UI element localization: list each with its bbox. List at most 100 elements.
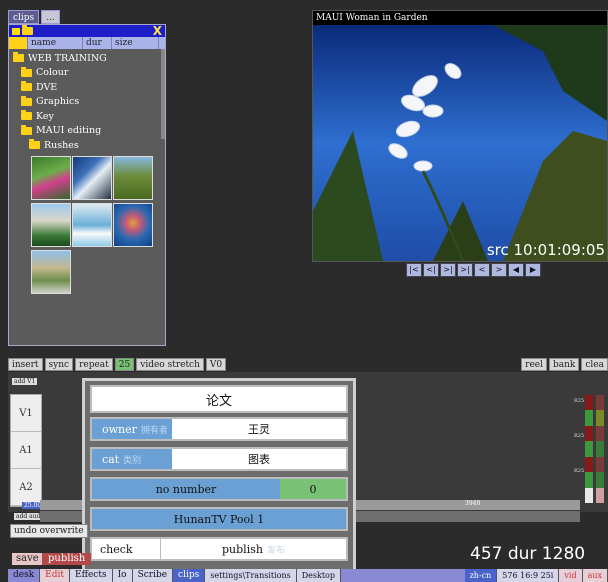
pool-row: HunanTV Pool 1 — [90, 507, 348, 531]
tab-desktop[interactable]: Desktop — [296, 569, 341, 582]
sync-button[interactable]: sync — [44, 358, 74, 371]
column-size[interactable]: size — [112, 37, 159, 49]
reel-button[interactable]: reel — [521, 358, 547, 371]
source-viewer[interactable]: MAUI Woman in Garden src 10:01:09:05 — [312, 10, 608, 262]
tree-item-rushes[interactable]: Rushes — [9, 138, 165, 153]
tab-more[interactable]: ... — [41, 10, 60, 24]
undo-button[interactable]: undo overwrite — [10, 524, 88, 538]
pool-selector[interactable]: HunanTV Pool 1 — [92, 509, 346, 529]
tree-label: Key — [36, 110, 54, 122]
track-a2[interactable]: A2 — [11, 469, 41, 506]
vid-indicator[interactable]: vid — [559, 569, 583, 582]
category-row: cat 类别 图表 — [90, 447, 348, 471]
clip-thumbnail[interactable] — [72, 155, 112, 200]
prev-edit-icon[interactable]: <| — [423, 263, 439, 277]
publish-button[interactable]: publish — [42, 553, 92, 565]
tree-item-dve[interactable]: DVE — [9, 80, 165, 95]
transport-controls: |< <| >| >| < > ◀ ▶ — [406, 263, 541, 277]
clips-scrollbar[interactable] — [161, 49, 165, 139]
dialog-title: 论文 — [92, 387, 346, 411]
folder-icon — [21, 95, 32, 106]
tab-clips[interactable]: clips — [173, 569, 206, 582]
tree-item-web-training[interactable]: WEB TRAINING — [9, 51, 165, 66]
locale-indicator[interactable]: zh-cn — [464, 569, 498, 582]
ruler-mark: 3940 — [465, 500, 481, 507]
tab-effects[interactable]: Effects — [70, 569, 113, 582]
audio-meter-right — [596, 395, 604, 503]
bank-button[interactable]: bank — [548, 358, 580, 371]
tree-label: Colour — [36, 67, 69, 79]
go-to-start-icon[interactable]: |< — [406, 263, 422, 277]
tree-item-maui-editing[interactable]: MAUI editing — [9, 124, 165, 139]
track-v1[interactable]: V1 — [11, 395, 41, 432]
go-to-end-icon[interactable]: >| — [457, 263, 473, 277]
publish-button-label: publish — [222, 542, 263, 556]
tab-edit[interactable]: Edit — [40, 569, 70, 582]
tree-label: MAUI editing — [36, 125, 102, 137]
folder-icon — [29, 139, 40, 150]
save-button[interactable]: save — [12, 553, 43, 565]
publish-dialog: 论文 owner 拥有者 王灵 cat 类别 图表 no number 0 Hu… — [82, 378, 356, 572]
duration-readout: 457 dur 1280 — [470, 544, 586, 564]
play-reverse-icon[interactable]: ◀ — [508, 263, 524, 277]
clear-button[interactable]: clea — [581, 358, 608, 371]
track-headers: V1 A1 A2 — [10, 394, 42, 507]
viewer-image — [313, 25, 607, 261]
clips-tree: WEB TRAINING Colour DVE Graphics Key MAU… — [9, 49, 165, 296]
clip-thumbnail[interactable] — [72, 202, 112, 247]
owner-label-text: owner — [102, 422, 137, 436]
meter-label: R25 — [574, 433, 585, 439]
publish-button-ghost: 发布 — [266, 545, 285, 556]
timeline-toolbar: insert sync repeat 25 video stretch V0 — [8, 358, 227, 371]
tab-settings-transitions[interactable]: settings\Transitions — [205, 569, 297, 582]
next-edit-icon[interactable]: >| — [440, 263, 456, 277]
tab-io[interactable]: Io — [112, 569, 133, 582]
check-button[interactable]: check — [92, 539, 160, 559]
column-dur[interactable]: dur — [83, 37, 112, 49]
tab-clips[interactable]: clips — [8, 10, 40, 24]
step-forward-icon[interactable]: > — [491, 263, 507, 277]
folder-up-icon[interactable] — [9, 37, 28, 49]
close-icon[interactable]: X — [153, 25, 162, 37]
folder-icon[interactable] — [22, 25, 33, 35]
clip-thumbnail[interactable] — [31, 249, 71, 294]
play-icon[interactable]: ▶ — [525, 263, 541, 277]
tree-item-key[interactable]: Key — [9, 109, 165, 124]
add-video-button[interactable]: add V1 — [12, 378, 38, 385]
meter-label: R25 — [574, 398, 585, 404]
owner-field[interactable]: 王灵 — [172, 419, 346, 439]
video-stretch-button[interactable]: video stretch — [136, 358, 204, 371]
clip-thumbnail[interactable] — [113, 155, 153, 200]
folder-icon — [21, 81, 32, 92]
source-timecode: src 10:01:09:05 — [486, 241, 605, 259]
category-label-text: cat — [102, 452, 120, 466]
v0-button[interactable]: V0 — [205, 358, 227, 371]
folder-icon — [21, 110, 32, 121]
tab-desk[interactable]: desk — [8, 569, 41, 582]
step-back-icon[interactable]: < — [474, 263, 490, 277]
tree-label: WEB TRAINING — [28, 52, 107, 64]
number-field[interactable]: 0 — [280, 479, 346, 499]
folder-icon — [21, 66, 32, 77]
rushes-thumbnails — [31, 155, 165, 294]
frame-rate-field[interactable]: 25 — [114, 358, 135, 371]
column-name[interactable]: name — [28, 37, 83, 49]
viewer-title: MAUI Woman in Garden — [316, 13, 428, 23]
tree-label: Rushes — [44, 139, 79, 151]
view-grid-icon[interactable] — [12, 27, 20, 35]
no-number-toggle[interactable]: no number — [92, 479, 280, 499]
tab-scribe[interactable]: Scribe — [132, 569, 174, 582]
clip-thumbnail[interactable] — [113, 202, 153, 247]
clip-thumbnail[interactable] — [31, 202, 71, 247]
track-a1[interactable]: A1 — [11, 432, 41, 469]
tree-item-graphics[interactable]: Graphics — [9, 95, 165, 110]
category-field[interactable]: 图表 — [172, 449, 346, 469]
clip-thumbnail[interactable] — [31, 155, 71, 200]
tree-label: Graphics — [36, 96, 80, 108]
tree-item-colour[interactable]: Colour — [9, 66, 165, 81]
publish-dialog-button[interactable]: publish 发布 — [160, 539, 346, 559]
aux-indicator[interactable]: aux — [582, 569, 608, 582]
insert-button[interactable]: insert — [8, 358, 43, 371]
repeat-button[interactable]: repeat — [75, 358, 113, 371]
bottom-bar: desk Edit Effects Io Scribe clips settin… — [8, 569, 608, 582]
